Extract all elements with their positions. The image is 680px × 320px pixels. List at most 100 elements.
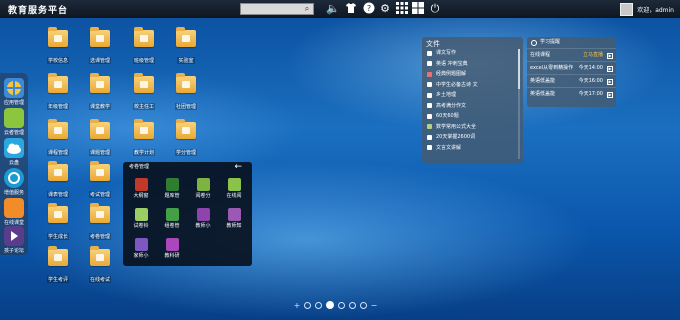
popup-item[interactable]: 教师知 [222,208,246,229]
desktop-icon-school-info[interactable]: 学校信息 [40,27,76,66]
desktop-icon-evaluation[interactable]: 学生考评 [40,246,76,285]
desktop-icon-online-exam[interactable]: 在线考试 [82,246,118,285]
desktop-icon-growth[interactable]: 学生成长 [40,203,76,242]
dock-item-app-manage[interactable]: 应用管理 [2,78,26,106]
reminder-row[interactable]: excel从零到精操作 今天14:00 ▶ [527,61,616,74]
back-arrow-icon[interactable]: ← [234,162,242,173]
page-dot[interactable] [360,301,367,309]
desktop-icon-class[interactable]: 班级管理 [126,27,162,66]
file-name: 20天掌握2600词 [436,134,476,140]
file-item[interactable]: 乡土地理 [422,90,523,101]
popup-item-label: 阅卷分 [195,193,211,199]
file-item[interactable]: 课文写作 [422,48,523,59]
folder-icon [48,161,68,181]
file-icon [427,134,432,140]
folder-icon [176,119,196,139]
folder-icon [90,246,110,266]
user-area[interactable]: 欢迎，admin [620,2,674,16]
shirt-icon[interactable] [344,2,358,16]
go-arrow-icon[interactable]: ▶ [607,79,613,85]
avatar[interactable] [620,2,634,16]
page-dot[interactable] [338,301,345,309]
popup-item[interactable]: 教科研 [160,238,184,259]
file-item[interactable]: 20天掌握2600词 [422,132,523,143]
desktop-icon-paper[interactable]: 考卷管理 [82,203,118,242]
desktop-icon-plan[interactable]: 教学计划 [126,119,162,158]
remove-page-button[interactable]: − [369,301,379,310]
page-dot[interactable] [349,301,356,309]
popup-item[interactable]: 组卷管 [160,208,184,229]
cloud-manage-icon [4,108,24,128]
reminder-row[interactable]: 英语低盖能 今天17:00 ▶ [527,87,616,100]
app-icon [165,208,179,221]
search-input[interactable] [241,12,301,23]
file-item[interactable]: 60天60题 [422,111,523,122]
file-item[interactable]: 英语 冲刺宝典 [422,59,523,70]
desktop-icon-label: 课程管理 [46,149,69,156]
desktop-icon-course[interactable]: 课程管理 [40,119,76,158]
desktop-icon-label: 社团管理 [174,103,197,110]
popup-item[interactable]: 在线阅 [222,178,246,199]
scrollbar-thumb[interactable] [518,49,520,89]
popup-item[interactable]: 题库管 [160,178,184,199]
windows-icon[interactable] [411,2,425,16]
go-arrow-icon[interactable]: ▶ [607,66,613,72]
dock-item-value-added[interactable]: 增值服务 [2,168,26,196]
help-icon[interactable]: ? [362,2,376,16]
file-name: 高考满分作文 [436,102,467,109]
file-item[interactable]: 经典例题图解 [422,69,523,80]
desktop-icon-grade[interactable]: 年级管理 [40,73,76,112]
page-dot[interactable] [304,301,311,309]
desktop-icon-lab[interactable]: 实验室 [168,27,204,66]
power-icon[interactable]: ⏻ [428,2,442,16]
desktop-icon-exam[interactable]: 考试管理 [82,161,118,200]
page-dot[interactable] [315,301,322,309]
reminder-name: 英语低盖能 [530,78,556,84]
file-item[interactable]: 文言文讲解 [422,143,523,154]
add-page-button[interactable]: + [292,301,302,310]
dock-item-cloud-disk[interactable]: 云盘 [2,138,26,166]
desktop-icon-credit[interactable]: 学分管理 [168,119,204,158]
popup-item[interactable]: 大纲窗 [129,178,153,199]
desktop-icon-timetable[interactable]: 课表管理 [40,161,76,200]
settings-icon[interactable]: ⚙ [378,2,392,16]
desktop-icon-topic[interactable]: 课题管理 [82,119,118,158]
popup-header: 考卷管理 ← [123,162,252,173]
desktop-icon-club[interactable]: 社团管理 [168,73,204,112]
file-item[interactable]: 中学生必备古诗 文 [422,80,523,91]
volume-icon[interactable]: 🔈 [326,2,340,16]
dock-item-classroom[interactable]: 在线课堂 [2,198,26,226]
folder-icon [90,203,110,223]
folder-icon [48,27,68,47]
folder-icon [176,27,196,47]
desktop-icon-label: 校主任工 [132,103,155,110]
search-box[interactable]: ⌕ [240,3,314,23]
folder-icon [90,119,110,139]
desktop-icon-teaching[interactable]: 课堂教学 [82,73,118,112]
folder-icon [48,119,68,139]
page-dot-active[interactable] [326,301,334,309]
popup-item[interactable]: 家师小 [129,238,153,259]
reminder-row[interactable]: 在线课程 立马直播 ▶ [527,48,616,61]
apps-grid-icon[interactable] [395,2,409,16]
go-arrow-icon[interactable]: ▶ [607,53,613,59]
popup-item[interactable]: 教师小 [191,208,215,229]
popup-item[interactable]: 试卷铃 [129,208,153,229]
reminder-row[interactable]: 英语低盖能 今天16:00 ▶ [527,74,616,87]
app-manage-icon [4,78,24,98]
dock-item-forum[interactable]: 孩子论坛 [2,226,26,254]
desktop-icon-label: 学生成长 [46,233,69,240]
popup-item-label: 教师小 [195,223,211,229]
desktop-icon-director[interactable]: 校主任工 [126,73,162,112]
reminder-time: 今天17:00 [578,91,603,97]
dock-item-cloud-manage[interactable]: 云者管理 [2,108,26,136]
desktop-icon-course-select[interactable]: 选课管理 [82,27,118,66]
file-item[interactable]: 高考满分作文 [422,101,523,112]
folder-icon [48,203,68,223]
go-arrow-icon[interactable]: ▶ [607,92,613,98]
paper-manage-popup: 考卷管理 ← 大纲窗 题库管 阅卷分 在线阅 试卷铃 组卷管 教师小 教师知 家… [123,162,252,266]
search-icon[interactable]: ⌕ [301,4,313,14]
popup-item[interactable]: 阅卷分 [191,178,215,199]
file-item[interactable]: 数学常用公式大全 [422,122,523,133]
sync-icon [4,168,24,188]
